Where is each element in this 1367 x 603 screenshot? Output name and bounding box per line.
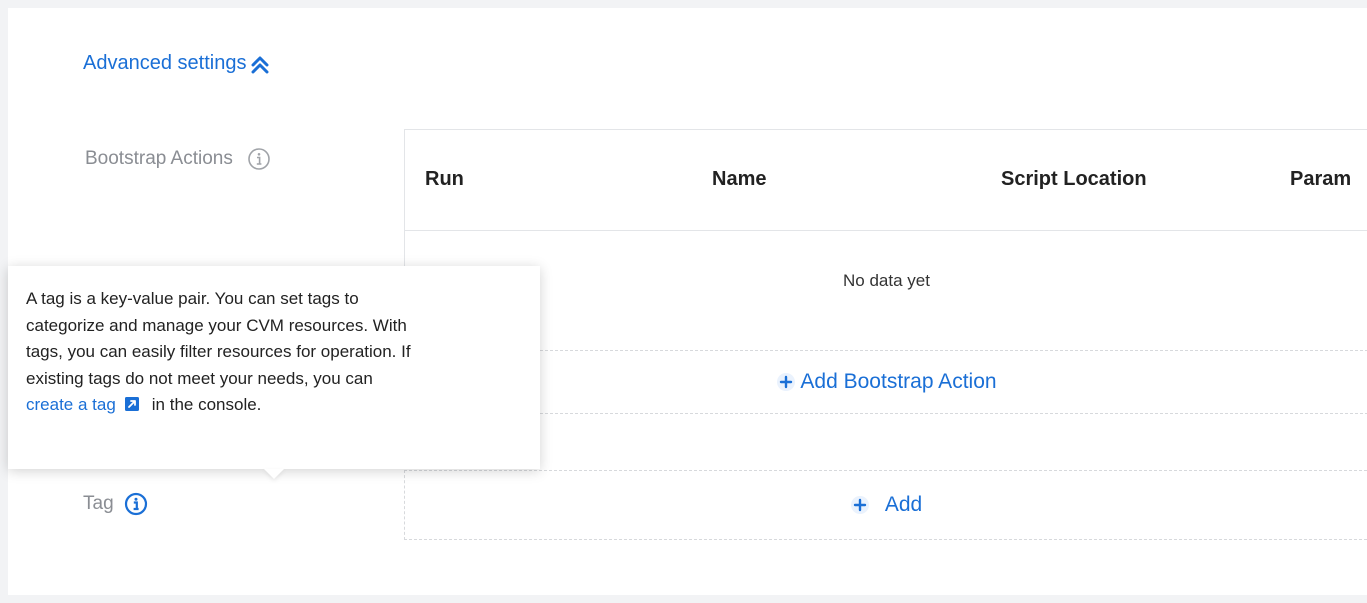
tooltip-suffix: in the console. xyxy=(151,395,262,415)
tooltip-line: categorize and manage your CVM resources… xyxy=(26,315,407,335)
tag-tooltip: A tag is a key-value pair. You can set t… xyxy=(8,266,540,469)
add-tag-label: Add xyxy=(884,493,923,516)
plus-icon xyxy=(776,372,796,392)
column-header-name: Name xyxy=(712,168,767,190)
column-header-run: Run xyxy=(425,168,464,190)
column-header-script-location: Script Location xyxy=(1001,168,1147,190)
create-tag-link[interactable]: create a tag xyxy=(26,395,116,414)
empty-state-text: No data yet xyxy=(843,271,930,290)
add-bootstrap-action-label: Add Bootstrap Action xyxy=(800,370,997,393)
tag-field: Tag xyxy=(83,492,148,516)
info-icon[interactable] xyxy=(247,147,271,171)
tooltip-line: existing tags do not meet your needs, yo… xyxy=(26,368,373,388)
advanced-settings-toggle[interactable]: Advanced settings xyxy=(83,52,271,75)
external-link-icon[interactable] xyxy=(124,396,140,412)
bootstrap-actions-label: Bootstrap Actions xyxy=(85,148,233,169)
add-bootstrap-action-button[interactable]: Add Bootstrap Action xyxy=(405,350,1367,414)
column-header-param: Param xyxy=(1290,168,1352,190)
bootstrap-actions-table: Run Name Script Location Param No data y… xyxy=(404,129,1367,414)
tooltip-line: tags, you can easily filter resources fo… xyxy=(26,342,411,362)
tag-label: Tag xyxy=(83,493,114,514)
advanced-settings-label: Advanced settings xyxy=(83,52,247,74)
double-chevron-up-icon xyxy=(251,56,269,73)
plus-icon xyxy=(850,495,870,515)
tooltip-line: A tag is a key-value pair. You can set t… xyxy=(26,289,359,308)
tooltip-arrow xyxy=(264,469,284,479)
table-header: Run Name Script Location Param xyxy=(405,130,1367,231)
add-tag-button[interactable]: Add xyxy=(404,470,1367,540)
bootstrap-actions-field: Bootstrap Actions xyxy=(85,147,271,171)
info-icon[interactable] xyxy=(124,492,148,516)
